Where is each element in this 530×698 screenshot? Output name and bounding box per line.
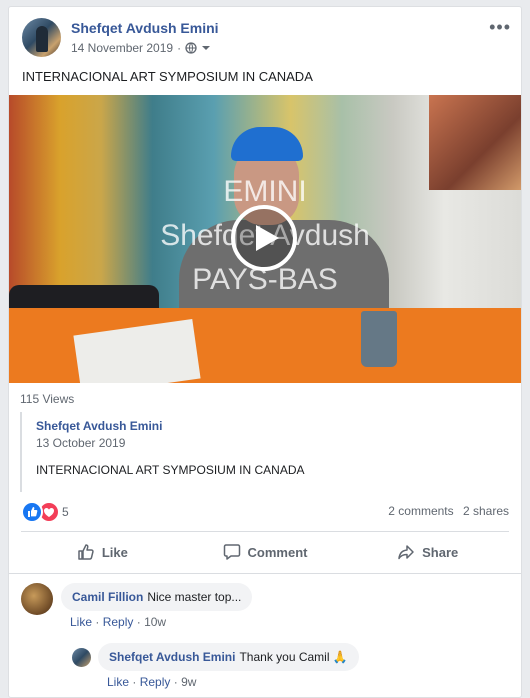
- comment-like-link[interactable]: Like: [70, 615, 92, 629]
- avatar-figure: [36, 26, 48, 52]
- divider: [21, 531, 509, 532]
- shared-author-name[interactable]: Shefqet Avdush Emini: [36, 419, 162, 433]
- reply-reply-link[interactable]: Reply: [140, 675, 171, 689]
- comment-text: Nice master top...: [147, 590, 242, 604]
- thumbs-up-icon: [78, 544, 94, 560]
- post-card: Shefqet Avdush Emini 14 November 2019 · …: [8, 6, 522, 698]
- shared-text: INTERNACIONAL ART SYMPOSIUM IN CANADA: [36, 463, 305, 477]
- comment-separator: ·: [136, 615, 141, 629]
- comment-actions: Like · Reply · 10w: [70, 615, 166, 629]
- like-button[interactable]: Like: [21, 534, 184, 570]
- divider: [9, 573, 521, 574]
- commenter-avatar[interactable]: [21, 583, 53, 615]
- comment-separator: ·: [95, 615, 100, 629]
- video-watermark-1: EMINI: [223, 175, 307, 208]
- reply-author-name[interactable]: Shefqet Avdush Emini: [109, 650, 235, 664]
- globe-icon: [185, 42, 197, 54]
- comment-timestamp[interactable]: 10w: [144, 615, 166, 629]
- comment-reply-link[interactable]: Reply: [103, 615, 134, 629]
- shares-count[interactable]: 2 shares: [463, 504, 509, 518]
- reactions-summary[interactable]: 5: [21, 501, 69, 523]
- post-actions: Like Comment Share: [21, 534, 509, 570]
- shared-date[interactable]: 13 October 2019: [36, 436, 125, 450]
- reply-timestamp[interactable]: 9w: [181, 675, 196, 689]
- video-player[interactable]: EMINI Shefqet Avdush PAYS-BAS: [9, 95, 521, 383]
- reply-author-avatar[interactable]: [72, 648, 91, 667]
- reply-like-link[interactable]: Like: [107, 675, 129, 689]
- like-label: Like: [101, 544, 128, 560]
- share-button[interactable]: Share: [346, 534, 509, 570]
- comment-button[interactable]: Comment: [184, 534, 347, 570]
- video-cup: [361, 311, 397, 367]
- comments-count[interactable]: 2 comments: [388, 504, 453, 518]
- reply-actions: Like · Reply · 9w: [107, 675, 196, 689]
- shared-post[interactable]: Shefqet Avdush Emini 13 October 2019 INT…: [20, 412, 512, 492]
- comment-icon: [223, 544, 240, 560]
- reaction-count: 5: [62, 505, 69, 519]
- commenter-name[interactable]: Camil Fillion: [72, 590, 143, 604]
- view-count: 115 Views: [20, 392, 75, 406]
- play-button[interactable]: [231, 205, 297, 271]
- reply-separator: ·: [173, 675, 178, 689]
- meta-separator: ·: [177, 41, 182, 55]
- share-arrow-icon: [398, 545, 414, 560]
- post-text: INTERNACIONAL ART SYMPOSIUM IN CANADA: [22, 69, 313, 84]
- person-cap: [231, 127, 303, 161]
- comment-bubble: Camil Fillion Nice master top...: [61, 583, 253, 611]
- caret-down-icon[interactable]: [201, 43, 211, 53]
- reply-text: Thank you Camil 🙏: [239, 650, 348, 664]
- author-avatar[interactable]: [22, 18, 61, 57]
- like-reaction-icon: [21, 501, 43, 523]
- engagement-counts: 2 comments 2 shares: [382, 504, 509, 518]
- share-label: Share: [422, 544, 459, 560]
- post-author-name[interactable]: Shefqet Avdush Emini: [71, 20, 219, 36]
- play-icon: [256, 225, 279, 251]
- reply-separator: ·: [132, 675, 137, 689]
- post-date[interactable]: 14 November 2019: [71, 41, 173, 55]
- comment-label: Comment: [247, 544, 308, 560]
- reply-bubble: Shefqet Avdush Emini Thank you Camil 🙏: [98, 643, 359, 671]
- post-meta: 14 November 2019 ·: [71, 41, 211, 55]
- more-options-icon[interactable]: •••: [489, 17, 511, 38]
